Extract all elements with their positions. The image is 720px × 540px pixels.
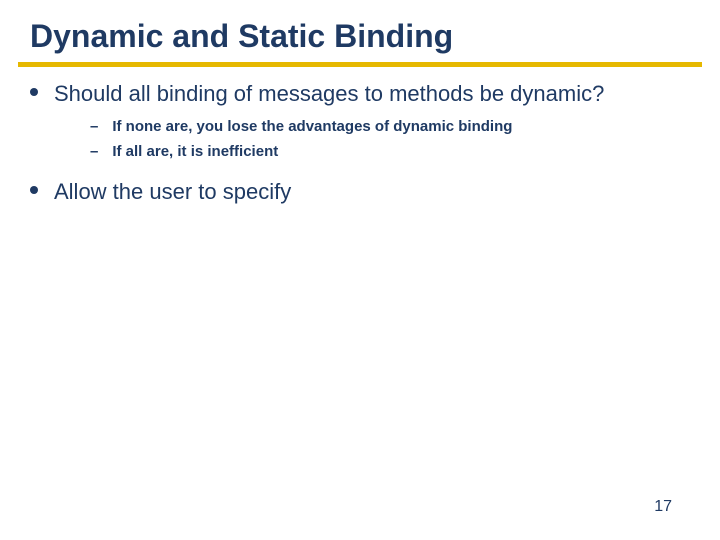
bullet-text: Should all binding of messages to method…	[54, 80, 604, 108]
bullet-icon	[30, 88, 38, 96]
slide-title: Dynamic and Static Binding	[30, 18, 453, 55]
bullet-level2: – If all are, it is inefficient	[90, 141, 690, 162]
bullet-level1: Allow the user to specify	[30, 178, 690, 206]
bullet-text: Allow the user to specify	[54, 178, 291, 206]
page-number: 17	[654, 498, 672, 516]
dash-icon: –	[90, 116, 98, 137]
bullet-level1: Should all binding of messages to method…	[30, 80, 690, 108]
slide: Dynamic and Static Binding Should all bi…	[0, 0, 720, 540]
bullet-icon	[30, 186, 38, 194]
sub-bullets: – If none are, you lose the advantages o…	[90, 116, 690, 162]
bullet-level2: – If none are, you lose the advantages o…	[90, 116, 690, 137]
dash-icon: –	[90, 141, 98, 162]
sub-bullet-text: If all are, it is inefficient	[112, 141, 278, 162]
slide-content: Should all binding of messages to method…	[30, 80, 690, 211]
sub-bullet-text: If none are, you lose the advantages of …	[112, 116, 512, 137]
title-underline	[18, 62, 702, 67]
